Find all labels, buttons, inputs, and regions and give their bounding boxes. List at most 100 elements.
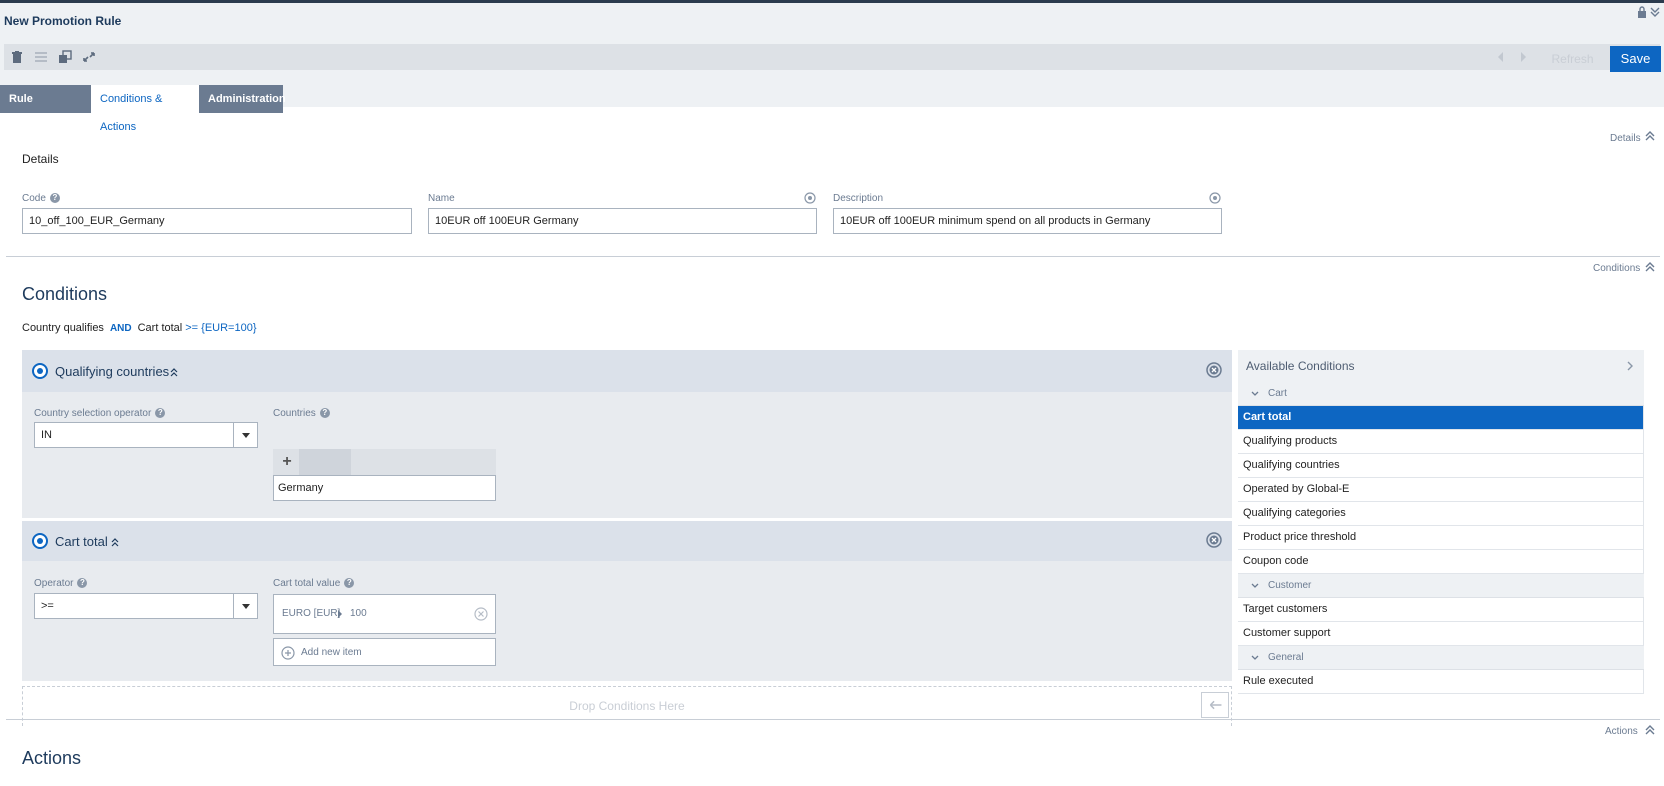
available-conditions-panel: Available Conditions Cart Cart total Qua… (1238, 350, 1644, 712)
add-new-item-button[interactable]: Add new item (273, 638, 496, 666)
group-label: Customer (1268, 580, 1312, 591)
chevron-down-icon[interactable] (233, 594, 257, 618)
help-icon[interactable]: ? (49, 193, 60, 204)
section-divider (6, 719, 1660, 720)
name-input[interactable]: 10EUR off 100EUR Germany (428, 208, 817, 234)
condition-item-rule-executed[interactable]: Rule executed (1238, 670, 1644, 694)
add-circle-icon (281, 646, 295, 660)
drop-conditions-label: Drop Conditions Here (569, 699, 685, 713)
condition-radio[interactable] (32, 363, 48, 379)
condition-item-target-customers[interactable]: Target customers (1238, 598, 1644, 622)
group-customer[interactable]: Customer (1238, 574, 1644, 598)
collapse-conditions-icon[interactable] (1645, 261, 1655, 273)
country-list-item[interactable]: Germany (273, 475, 496, 501)
lock-icon[interactable] (1637, 6, 1647, 18)
code-input[interactable]: 10_off_100_EUR_Germany (22, 208, 412, 234)
cart-total-value-label: Cart total value? (273, 578, 355, 589)
actions-title: Actions (22, 748, 82, 768)
cart-total-value-entry[interactable]: EURO [EUR] 100 (273, 594, 496, 634)
drop-conditions-zone[interactable]: Drop Conditions Here (22, 686, 1232, 726)
summary-part2: Cart total (137, 322, 183, 334)
tab-conditions-actions[interactable]: Conditions & Actions (91, 85, 199, 133)
currency-label: EURO [EUR] (282, 608, 341, 619)
chevron-right-icon[interactable] (1626, 360, 1634, 372)
collapse-details-icon[interactable] (1645, 130, 1655, 142)
description-input[interactable]: 10EUR off 100EUR minimum spend on all pr… (833, 208, 1222, 234)
group-label: General (1268, 652, 1304, 663)
cart-total-value-label-text: Cart total value (273, 578, 341, 589)
help-icon[interactable]: ? (344, 578, 355, 589)
add-country-icon[interactable]: + (277, 452, 297, 472)
cart-total-title: Cart total (55, 534, 108, 549)
amount-value: 100 (350, 608, 367, 619)
remove-condition-icon[interactable] (1206, 532, 1222, 548)
help-icon[interactable]: ? (155, 408, 166, 419)
help-icon[interactable]: ? (77, 578, 88, 589)
next-icon[interactable] (1519, 50, 1529, 64)
save-button[interactable]: Save (1610, 46, 1661, 72)
condition-item-product-price-threshold[interactable]: Product price threshold (1238, 526, 1644, 550)
condition-item-qualifying-products[interactable]: Qualifying products (1238, 430, 1644, 454)
arrow-left-icon[interactable] (1201, 692, 1229, 718)
chevron-down-icon (1250, 653, 1260, 661)
summary-part1: Country qualifies (22, 322, 104, 334)
available-conditions-list: Cart Cart total Qualifying products Qual… (1238, 382, 1644, 694)
editor-toolbar (4, 44, 1660, 70)
group-label: Cart (1268, 388, 1287, 399)
copy-icon[interactable] (55, 47, 75, 67)
page-title: New Promotion Rule (4, 14, 122, 28)
qualifying-countries-title: Qualifying countries (55, 364, 170, 379)
country-operator-select[interactable]: IN (34, 422, 258, 448)
qualifying-countries-header (22, 350, 1232, 392)
countries-toolbar: + (273, 449, 496, 475)
remove-condition-icon[interactable] (1206, 362, 1222, 378)
collapse-actions-icon[interactable] (1645, 724, 1655, 736)
condition-item-qualifying-categories[interactable]: Qualifying categories (1238, 502, 1644, 526)
localize-icon[interactable] (804, 192, 816, 204)
group-general[interactable]: General (1238, 646, 1644, 670)
clear-icon[interactable] (474, 607, 488, 621)
condition-item-coupon-code[interactable]: Coupon code (1238, 550, 1644, 574)
operator-label: Operator? (34, 578, 88, 589)
condition-radio[interactable] (32, 533, 48, 549)
countries-label: Countries? (273, 408, 330, 419)
collapse-condition-icon[interactable] (111, 537, 119, 547)
operator-select[interactable]: >= (34, 593, 258, 619)
summary-value: >= {EUR=100} (185, 322, 257, 334)
localize-icon[interactable] (1209, 192, 1221, 204)
chevron-down-icon (1250, 389, 1260, 397)
delete-icon[interactable] (7, 47, 27, 67)
collapse-all-icon[interactable] (1650, 6, 1660, 18)
condition-item-customer-support[interactable]: Customer support (1238, 622, 1644, 646)
country-operator-label-text: Country selection operator (34, 408, 152, 419)
qualifying-countries-body (22, 392, 1232, 518)
compare-icon[interactable] (79, 47, 99, 67)
name-label: Name (428, 193, 455, 204)
help-icon[interactable]: ? (319, 408, 330, 419)
previous-icon[interactable] (1495, 50, 1505, 64)
cart-total-header (22, 521, 1232, 561)
code-label-text: Code (22, 193, 46, 204)
refresh-button[interactable]: Refresh (1540, 47, 1605, 71)
cart-total-body (22, 561, 1232, 681)
country-operator-label: Country selection operator? (34, 408, 166, 419)
countries-tools (299, 449, 351, 475)
actions-section-tag: Actions (1605, 726, 1638, 737)
tab-administration[interactable]: Administration (199, 85, 286, 113)
tab-rule-properties[interactable]: Rule Properties (0, 85, 91, 133)
operator-value: >= (41, 600, 54, 612)
list-icon[interactable] (31, 47, 51, 67)
condition-item-qualifying-countries[interactable]: Qualifying countries (1238, 454, 1644, 478)
chevron-down-icon (1250, 581, 1260, 589)
condition-item-operated-by-global-e[interactable]: Operated by Global-E (1238, 478, 1644, 502)
condition-item-cart-total[interactable]: Cart total (1238, 406, 1644, 430)
countries-label-text: Countries (273, 408, 316, 419)
operator-label-text: Operator (34, 578, 74, 589)
available-conditions-header: Available Conditions (1238, 350, 1644, 382)
chevron-down-icon[interactable] (233, 423, 257, 447)
collapse-condition-icon[interactable] (170, 367, 178, 377)
description-label: Description (833, 193, 884, 204)
group-cart[interactable]: Cart (1238, 382, 1644, 406)
section-divider (6, 256, 1660, 257)
country-operator-value: IN (41, 429, 52, 441)
